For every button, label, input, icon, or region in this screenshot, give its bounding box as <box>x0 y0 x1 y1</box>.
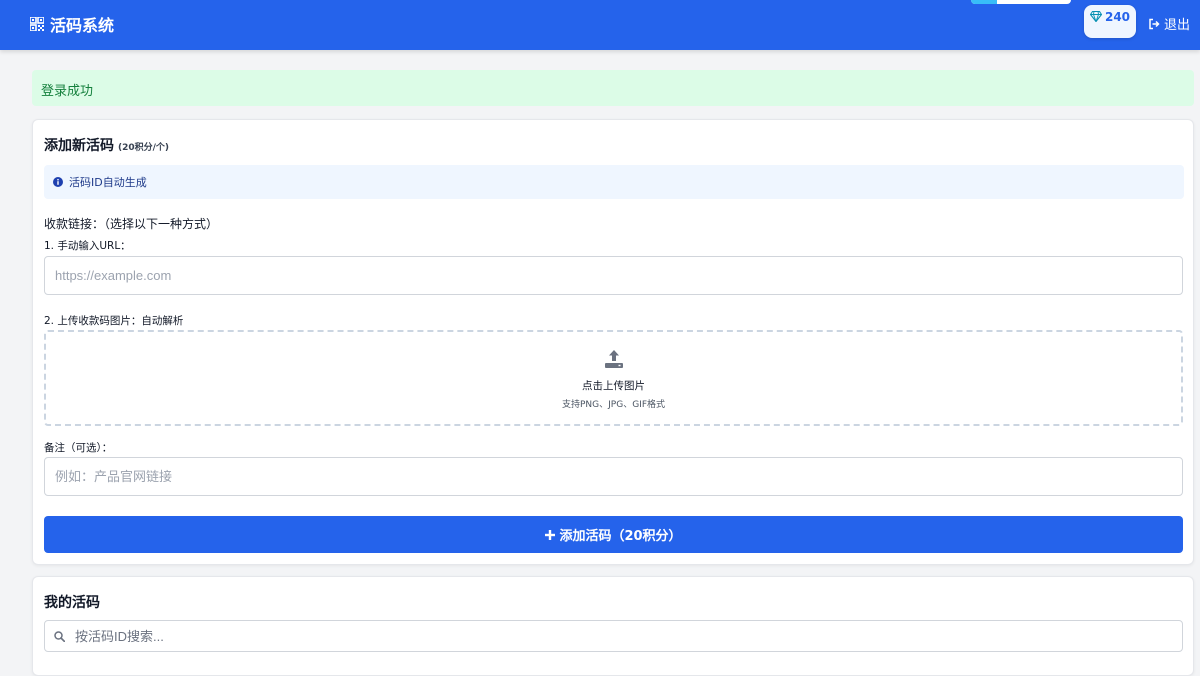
header-progress-pill <box>971 0 1071 4</box>
upload-dropzone[interactable]: 点击上传图片 支持PNG、JPG、GIF格式 <box>44 330 1183 426</box>
sign-out-icon <box>1149 18 1160 29</box>
app-title: 活码系统 <box>50 16 115 35</box>
cost-note: (20积分/个) <box>118 143 170 153</box>
search-input[interactable] <box>75 621 1175 651</box>
points-value: 240 <box>1104 10 1131 24</box>
add-code-title-text: 添加新活码 <box>44 138 114 154</box>
upload-icon <box>604 350 623 368</box>
top-navbar: 活码系统 240 退出 <box>0 0 1200 50</box>
remark-input[interactable] <box>44 457 1183 496</box>
brand[interactable]: 活码系统 <box>30 12 114 36</box>
success-alert: 登录成功 <box>32 70 1194 106</box>
search-box <box>44 620 1183 652</box>
gem-icon <box>1089 11 1102 22</box>
add-code-card-title: 添加新活码 (20积分/个) <box>44 135 169 155</box>
search-icon <box>54 631 65 642</box>
plus-icon <box>545 529 556 540</box>
info-text: 活码ID自动生成 <box>69 176 147 189</box>
points-badge[interactable]: 240 <box>1084 5 1136 38</box>
qrcode-icon <box>30 17 44 31</box>
upload-label: 2. 上传收款码图片：自动解析 <box>44 315 184 327</box>
add-code-button-label: 添加活码（20积分） <box>559 529 682 544</box>
my-codes-title: 我的活码 <box>44 592 100 612</box>
success-alert-message: 登录成功 <box>41 84 94 99</box>
logout-label: 退出 <box>1164 18 1191 33</box>
my-codes-card: 我的活码 <box>32 576 1194 676</box>
add-code-card: 添加新活码 (20积分/个) 活码ID自动生成 收款链接：（选择以下一种方式） … <box>32 119 1194 565</box>
upload-hint: 支持PNG、JPG、GIF格式 <box>562 400 665 410</box>
info-box: 活码ID自动生成 <box>44 165 1184 199</box>
url-label: 1. 手动输入URL： <box>44 240 131 252</box>
url-input[interactable] <box>44 256 1183 295</box>
add-code-button[interactable]: 添加活码（20积分） <box>44 516 1183 553</box>
header-progress-fill <box>971 0 997 4</box>
logout-button[interactable]: 退出 <box>1148 14 1190 33</box>
upload-title: 点击上传图片 <box>582 380 645 392</box>
remark-label: 备注（可选）： <box>44 442 113 454</box>
my-codes-title-text: 我的活码 <box>44 595 100 611</box>
payment-link-label: 收款链接：（选择以下一种方式） <box>44 217 219 231</box>
info-circle-icon <box>53 177 63 187</box>
